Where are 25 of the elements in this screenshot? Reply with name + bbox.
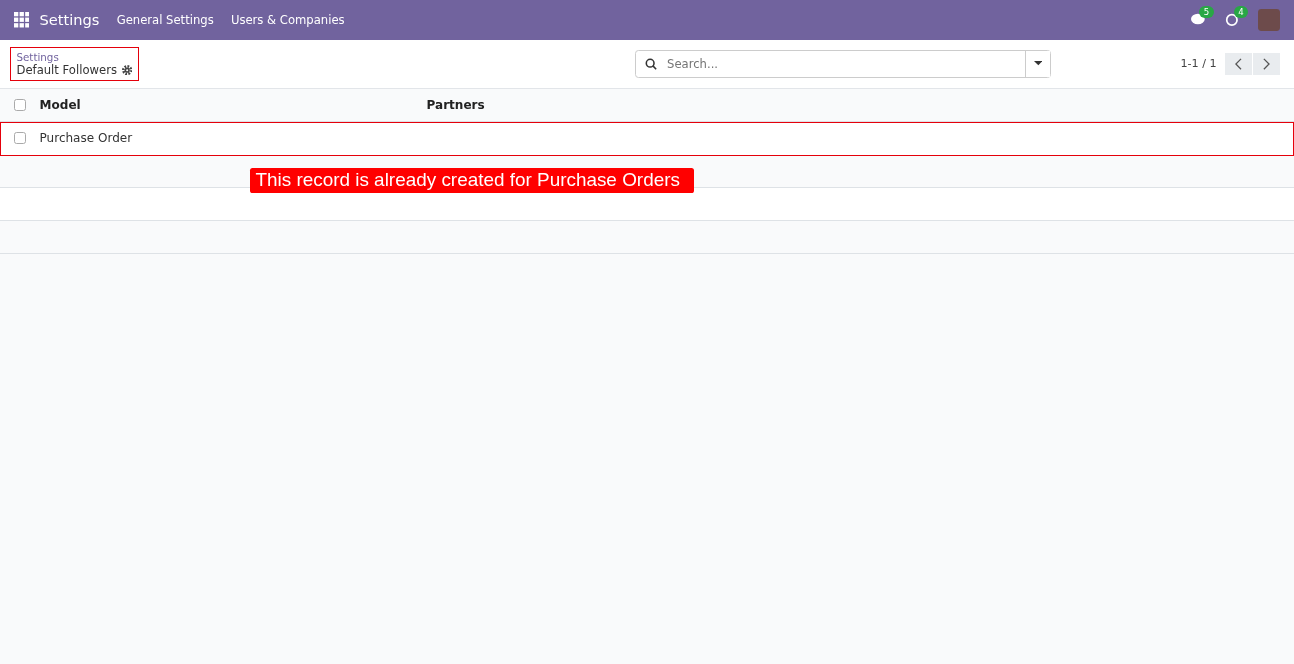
gear-icon[interactable]: [122, 64, 133, 76]
annotation-callout: This record is already created for Purchase Orders: [250, 167, 694, 194]
breadcrumb-link[interactable]: Settings: [16, 51, 133, 63]
breadcrumb-current: Default Followers: [16, 63, 117, 77]
menu-item[interactable]: General Settings: [116, 12, 214, 27]
column-header[interactable]: Model: [39, 98, 427, 113]
table-row[interactable]: Purchase Order: [0, 122, 1294, 156]
clock-icon[interactable]: [1225, 12, 1239, 27]
pager-value: 1-1 / 1: [1180, 57, 1217, 71]
chevron-right-icon: [1263, 57, 1270, 70]
search-bar[interactable]: Search...: [635, 49, 1052, 79]
caret-icon: [1033, 61, 1043, 67]
app-title[interactable]: Settings: [39, 11, 100, 29]
table-cell-text: Purchase Order: [39, 131, 134, 146]
column-header[interactable]: Partners: [426, 98, 599, 113]
select-all-checkbox[interactable]: [13, 99, 26, 112]
activities-count: 4: [1233, 6, 1248, 18]
previous-button[interactable]: [1225, 52, 1253, 76]
menu-item[interactable]: Users & Companies: [230, 12, 345, 27]
row-checkbox[interactable]: [13, 132, 26, 145]
search-dropdown-button[interactable]: [1024, 50, 1051, 78]
search-icon: [644, 57, 657, 70]
chevron-left-icon: [1235, 57, 1242, 70]
apps-grid-icon[interactable]: [13, 12, 30, 28]
messages-count: 5: [1199, 6, 1214, 18]
